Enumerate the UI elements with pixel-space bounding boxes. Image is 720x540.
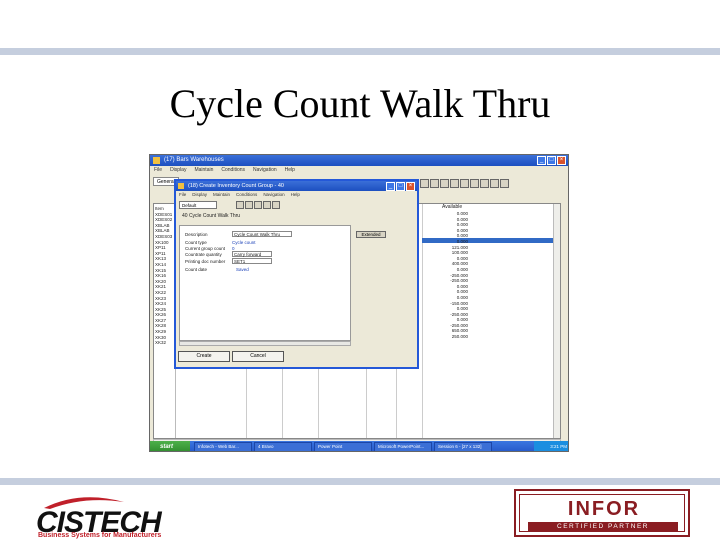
maximize-icon[interactable]: □ xyxy=(396,182,405,191)
taskbar-item[interactable]: 4 Bravo xyxy=(254,442,312,451)
toolbar-icon[interactable] xyxy=(245,201,253,209)
app-title-bar: (17) Bars Warehouses _ □ × xyxy=(150,155,568,166)
app-menu-bar: File Display Maintain Conditions Navigat… xyxy=(150,166,568,175)
start-button[interactable]: start xyxy=(150,441,190,451)
menu-conditions[interactable]: Conditions xyxy=(221,166,245,175)
toolbar-icon[interactable] xyxy=(430,179,439,188)
dialog-menu-conditions[interactable]: Conditions xyxy=(236,191,257,199)
view-select[interactable]: Default xyxy=(179,201,217,209)
vertical-scrollbar[interactable] xyxy=(553,204,560,438)
countrate-quantity-input[interactable]: Carry forward xyxy=(232,251,272,257)
minimize-icon[interactable]: _ xyxy=(386,182,395,191)
dialog-title: (18) Create Inventory Count Group - 40 xyxy=(188,183,284,189)
app-icon xyxy=(153,157,160,164)
available-header: Available xyxy=(442,204,463,210)
system-clock: 3:21 PM xyxy=(534,441,568,451)
current-group-count-label: Current group count xyxy=(185,246,226,251)
toolbar-icon[interactable] xyxy=(500,179,509,188)
top-divider-bar xyxy=(0,48,720,55)
dialog-window-controls: _ □ × xyxy=(386,182,415,191)
screenshot-frame: (17) Bars Warehouses _ □ × File Display … xyxy=(149,154,569,452)
taskbar: start Infotech - Web Bar... 4 Bravo Powe… xyxy=(150,441,568,451)
toolbar-icon[interactable] xyxy=(272,201,280,209)
taskbar-item[interactable]: Microsoft PowerPoint... xyxy=(374,442,432,451)
fields-panel: Description Cycle Count Walk Thru Count … xyxy=(179,225,351,341)
count-date-value: Saved xyxy=(236,267,249,272)
list-item[interactable]: XK32 xyxy=(155,340,175,346)
menu-file[interactable]: File xyxy=(154,166,162,175)
app-window-controls: _ □ × xyxy=(537,156,566,165)
available-value: 250.000 xyxy=(451,334,468,340)
count-group-heading: 40 Cycle Count Walk Thru xyxy=(182,213,241,219)
create-button[interactable]: Create xyxy=(178,351,230,362)
infor-wordmark: INFOR xyxy=(567,498,641,520)
description-label: Description xyxy=(185,232,208,237)
dialog-menu-bar: File Display Maintain Conditions Navigat… xyxy=(176,191,417,199)
extended-button[interactable]: Extended xyxy=(356,231,386,238)
infor-inner-frame: INFOR CERTIFIED PARTNER xyxy=(519,494,685,532)
taskbar-item[interactable]: Infotech - Web Bar... xyxy=(194,442,252,451)
toolbar-icon[interactable] xyxy=(263,201,271,209)
slide-title: Cycle Count Walk Thru xyxy=(169,81,551,126)
item-column: Item XDES01 XDES02 XBLAB XBLAB XDES03 XK100 XP1… xyxy=(154,204,176,438)
dialog-menu-help[interactable]: Help xyxy=(291,191,300,199)
list-item[interactable]: XDES03 xyxy=(155,234,175,240)
list-item[interactable]: XDES02 xyxy=(155,217,175,223)
toolbar-icon[interactable] xyxy=(490,179,499,188)
dialog-menu-navigation[interactable]: Navigation xyxy=(263,191,284,199)
create-count-group-dialog: (18) Create Inventory Count Group - 40 _… xyxy=(174,179,419,369)
available-values: 0.000 0.000 0.000 0.000 0.000 0.000 121.000 100… xyxy=(446,211,468,340)
app-title: (17) Bars Warehouses xyxy=(164,157,224,163)
cistech-logo: CISTECH Business Systems for Manufacture… xyxy=(36,490,216,540)
toolbar-icon[interactable] xyxy=(254,201,262,209)
count-type-label: Count type xyxy=(185,240,207,245)
count-date-label: Count date xyxy=(185,267,208,272)
panel-scrollbar[interactable] xyxy=(179,341,351,346)
close-icon[interactable]: × xyxy=(557,156,566,165)
count-type-value: Cycle count xyxy=(232,240,256,245)
toolbar-icon[interactable] xyxy=(480,179,489,188)
menu-navigation[interactable]: Navigation xyxy=(253,166,277,175)
available-value: -250.000 xyxy=(450,278,468,284)
taskbar-item[interactable]: Session 6 - [27 x 132] xyxy=(434,442,492,451)
toolbar-icon[interactable] xyxy=(236,201,244,209)
menu-maintain[interactable]: Maintain xyxy=(194,166,213,175)
dialog-menu-file[interactable]: File xyxy=(179,191,186,199)
menu-help[interactable]: Help xyxy=(285,166,295,175)
close-icon[interactable]: × xyxy=(406,182,415,191)
available-column: Available 0.000 0.000 0.000 0.000 0.000 0.000… xyxy=(422,204,559,438)
countrate-quantity-label: Countrate quantity xyxy=(185,252,222,257)
toolbar-icon[interactable] xyxy=(470,179,479,188)
cancel-button[interactable]: Cancel xyxy=(232,351,284,362)
menu-display[interactable]: Display xyxy=(170,166,186,175)
toolbar-icon[interactable] xyxy=(420,179,429,188)
dialog-toolbar xyxy=(236,201,280,209)
maximize-icon[interactable]: □ xyxy=(547,156,556,165)
minimize-icon[interactable]: _ xyxy=(537,156,546,165)
dialog-title-bar: (18) Create Inventory Count Group - 40 _… xyxy=(176,181,417,191)
taskbar-item[interactable]: Power Point xyxy=(314,442,372,451)
printing-doc-number-label: Printing doc number xyxy=(185,259,226,264)
dialog-menu-display[interactable]: Display xyxy=(192,191,207,199)
app-toolbar xyxy=(420,179,509,188)
selected-row-highlight xyxy=(422,238,559,243)
toolbar-icon[interactable] xyxy=(450,179,459,188)
infor-certified-banner: CERTIFIED PARTNER xyxy=(528,522,678,531)
toolbar-icon[interactable] xyxy=(440,179,449,188)
dialog-icon xyxy=(178,183,184,189)
printing-doc-number-input[interactable]: SET1 xyxy=(232,258,272,264)
description-input[interactable]: Cycle Count Walk Thru xyxy=(232,231,292,237)
infor-certified-logo: INFOR CERTIFIED PARTNER xyxy=(514,489,690,537)
toolbar-icon[interactable] xyxy=(460,179,469,188)
dialog-menu-maintain[interactable]: Maintain xyxy=(213,191,230,199)
bottom-divider-bar xyxy=(0,478,720,485)
cistech-tagline: Business Systems for Manufacturers xyxy=(38,532,162,539)
